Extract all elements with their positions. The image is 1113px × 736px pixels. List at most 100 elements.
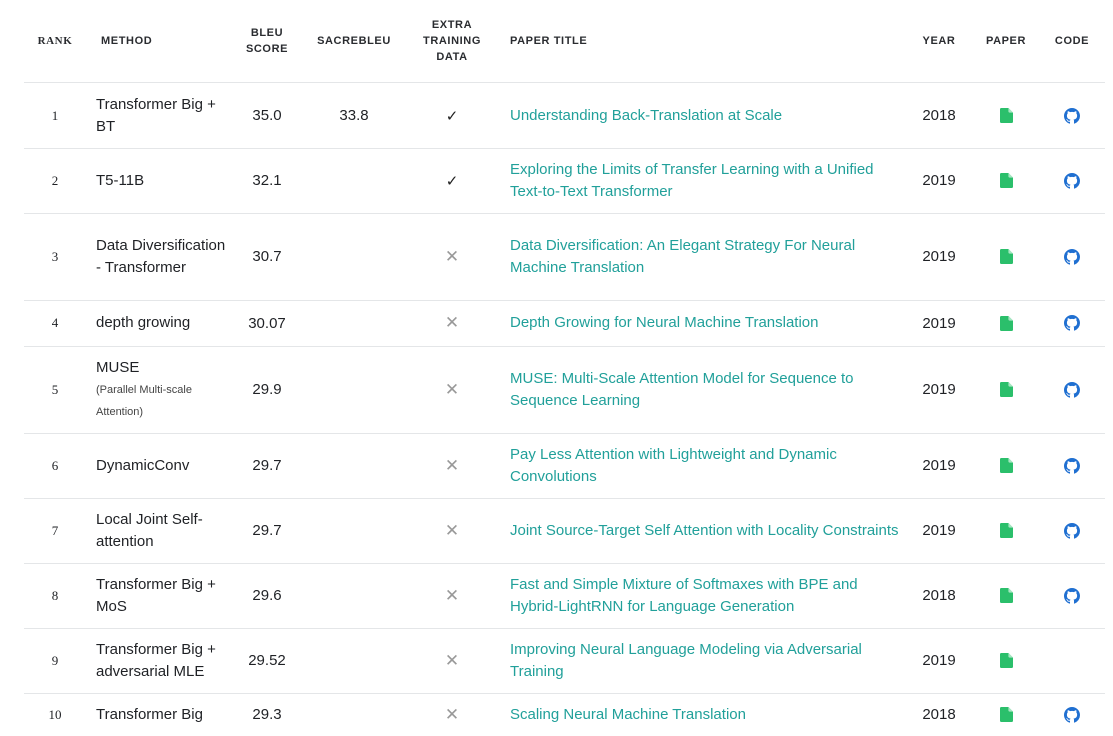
paper-title-link[interactable]: Pay Less Attention with Lightweight and … [510,444,900,488]
table-row: 1 Transformer Big + BT 35.0 33.8 ✓ Understand… [24,83,1105,149]
paper-cell [978,433,1034,498]
header-bleu-line: SCORE [245,43,289,55]
rank-value: 4 [51,315,59,330]
header-bleu[interactable]: BLEU SCORE [234,0,300,82]
bleu-value: 29.7 [252,522,282,539]
method-name-wrap: Transformer Big [96,704,203,726]
paper-title-link[interactable]: Joint Source-Target Self Attention with … [510,520,899,542]
paper-title-link[interactable]: Understanding Back-Translation at Scale [510,105,782,127]
method-cell: Local Joint Self-attention [96,498,232,563]
file-icon[interactable] [999,588,1013,603]
paper-cell [978,83,1034,148]
rank-value: 5 [51,381,59,397]
title-cell: Scaling Neural Machine Translation [510,693,900,736]
extra-data-cell: ✓ [414,83,490,148]
title-cell: Data Diversification: An Elegant Strateg… [510,213,900,300]
header-sacrebleu-label: SACREBLEU [317,35,391,47]
code-cell [1044,628,1100,693]
file-icon[interactable] [999,173,1013,188]
paper-title-link[interactable]: Exploring the Limits of Transfer Learnin… [510,159,900,203]
method-name: Transformer Big + adversarial MLE [96,640,216,680]
check-icon: ✓ [445,172,459,190]
cross-icon: ✕ [444,585,460,605]
cross-icon: ✕ [444,704,460,724]
file-icon[interactable] [999,382,1013,397]
check-icon: ✓ [445,107,459,125]
file-icon[interactable] [999,707,1013,722]
rank-cell: 10 [24,693,86,736]
file-icon[interactable] [999,108,1013,123]
extra-data-cell: ✕ [414,628,490,693]
sacrebleu-cell [314,300,394,346]
paper-cell [978,693,1034,736]
rank-cell: 2 [24,148,86,213]
title-cell: Depth Growing for Neural Machine Transla… [510,300,900,346]
paper-title-link[interactable]: MUSE: Multi-Scale Attention Model for Se… [510,368,900,412]
paper-title-link[interactable]: Fast and Simple Mixture of Softmaxes wit… [510,574,900,618]
cross-icon: ✕ [444,246,460,266]
file-icon[interactable] [999,523,1013,538]
paper-cell [978,213,1034,300]
code-cell [1044,83,1100,148]
bleu-value: 29.6 [252,587,282,604]
extra-data-cell: ✕ [414,693,490,736]
paper-title-link[interactable]: Scaling Neural Machine Translation [510,704,746,726]
bleu-value: 29.52 [248,652,286,669]
github-icon[interactable] [1064,248,1080,265]
github-icon[interactable] [1064,457,1080,474]
code-cell [1044,148,1100,213]
method-name: Transformer Big + BT [96,95,216,135]
method-name-wrap: Transformer Big + MoS [96,574,232,618]
file-icon[interactable] [999,458,1013,473]
rank-value: 8 [51,587,59,603]
header-code-label: CODE [1054,35,1090,47]
year-value: 2018 [922,107,956,124]
header-method[interactable]: METHOD [96,0,237,82]
sacrebleu-cell: 33.8 [314,83,394,148]
file-icon[interactable] [999,249,1013,264]
paper-title-link[interactable]: Data Diversification: An Elegant Strateg… [510,235,900,279]
sacrebleu-cell [314,433,394,498]
paper-title-link[interactable]: Depth Growing for Neural Machine Transla… [510,312,818,334]
extra-data-cell: ✕ [414,300,490,346]
github-icon[interactable] [1064,522,1080,539]
extra-data-cell: ✕ [414,213,490,300]
header-extra-line: DATA [436,51,468,63]
method-cell: Transformer Big [96,693,232,736]
header-rank[interactable]: RANK [24,0,86,82]
rank-value: 1 [51,107,59,123]
paper-title-link[interactable]: Improving Neural Language Modeling via A… [510,639,900,683]
title-cell: Exploring the Limits of Transfer Learnin… [510,148,900,213]
file-icon[interactable] [999,653,1013,668]
paper-cell [978,563,1034,628]
github-icon[interactable] [1064,315,1080,331]
method-cell: Transformer Big + BT [96,83,232,148]
header-paper-title[interactable]: PAPER TITLE [510,0,900,82]
method-name-wrap: Local Joint Self-attention [96,509,232,553]
year-value: 2018 [922,706,956,723]
sacrebleu-cell [314,628,394,693]
table-row: 8 Transformer Big + MoS 29.6 ✕ Fast and Simp… [24,563,1105,629]
title-cell: MUSE: Multi-Scale Attention Model for Se… [510,346,900,433]
header-extra-training-data[interactable]: EXTRA TRAINING DATA [414,0,490,82]
header-code: CODE [1044,0,1100,82]
year-cell: 2019 [910,300,968,346]
header-sacrebleu[interactable]: SACREBLEU [314,0,394,82]
header-year-label: YEAR [922,35,956,47]
method-name: T5-11B [96,171,145,189]
header-extra-line: TRAINING [423,35,481,47]
extra-data-cell: ✕ [414,563,490,628]
github-icon[interactable] [1064,706,1080,723]
extra-data-cell: ✕ [414,498,490,563]
extra-data-cell: ✕ [414,346,490,433]
paper-cell [978,300,1034,346]
github-icon[interactable] [1064,381,1080,398]
method-cell: Data Diversification - Transformer [96,213,232,300]
file-icon[interactable] [999,315,1013,331]
method-name-wrap: T5-11B [96,170,144,192]
header-year[interactable]: YEAR [910,0,968,82]
github-icon[interactable] [1064,107,1080,124]
year-cell: 2018 [910,693,968,736]
github-icon[interactable] [1064,587,1080,604]
github-icon[interactable] [1064,172,1080,189]
